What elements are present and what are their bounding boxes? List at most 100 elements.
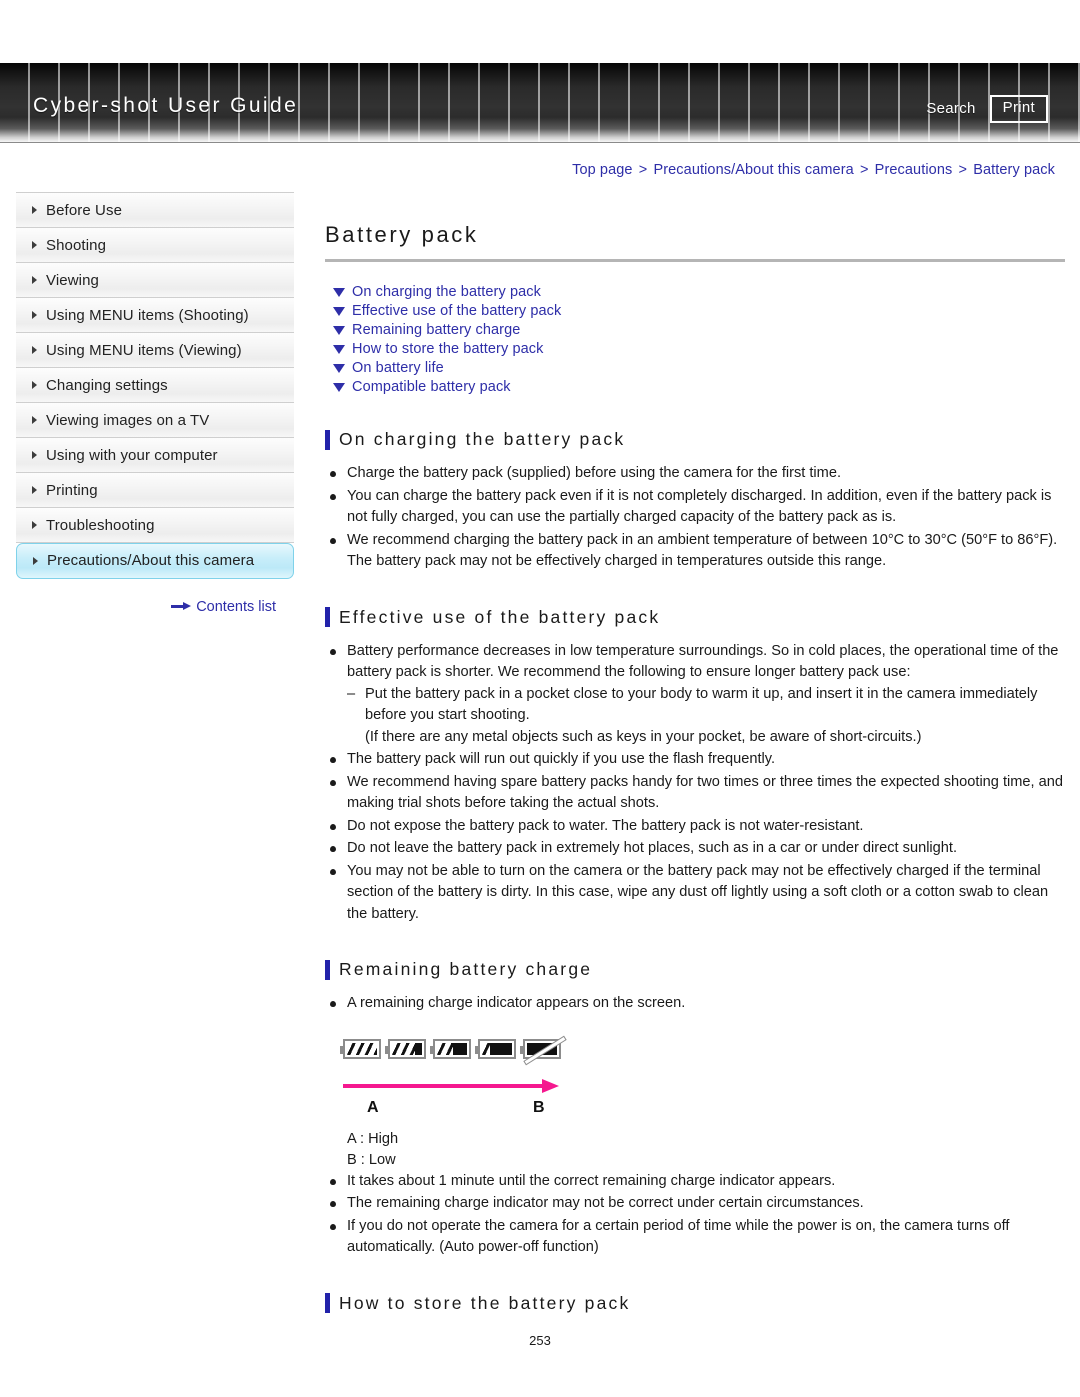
sidebar-item-troubleshooting[interactable]: Troubleshooting xyxy=(16,508,294,543)
list-item: It takes about 1 minute until the correc… xyxy=(325,1171,1065,1193)
sidebar-item-using-with-your-computer[interactable]: Using with your computer xyxy=(16,438,294,473)
list-item: You may not be able to turn on the camer… xyxy=(325,861,1065,926)
sidebar-item-shooting[interactable]: Shooting xyxy=(16,228,294,263)
battery-fill xyxy=(347,1042,377,1055)
triangle-right-icon xyxy=(32,451,37,459)
battery-level-figure: A B xyxy=(340,1036,593,1129)
battery-terminal xyxy=(385,1045,388,1054)
sidebar-item-label: Precautions/About this camera xyxy=(47,552,255,569)
battery-fill xyxy=(437,1042,453,1055)
heading-accent-bar xyxy=(325,429,330,450)
list-item: If you do not operate the camera for a c… xyxy=(325,1216,1065,1259)
triangle-down-icon xyxy=(333,288,345,297)
sidebar-item-before-use[interactable]: Before Use xyxy=(16,193,294,228)
triangle-down-icon xyxy=(333,345,345,354)
print-button[interactable]: Print xyxy=(989,95,1048,123)
main-content: Battery pack On charging the battery pac… xyxy=(325,222,1065,1327)
breadcrumb-separator: > xyxy=(859,162,869,178)
sidebar-navigation: Before Use Shooting Viewing Using MENU i… xyxy=(16,192,294,616)
jump-link-effective-use[interactable]: Effective use of the battery pack xyxy=(352,303,561,319)
triangle-down-icon xyxy=(333,364,345,373)
battery-full-icon xyxy=(340,1038,381,1059)
jump-link-on-battery-life[interactable]: On battery life xyxy=(352,360,444,376)
sidebar-item-changing-settings[interactable]: Changing settings xyxy=(16,368,294,403)
list-item: How to store the battery pack xyxy=(333,341,1065,357)
sidebar-item-viewing[interactable]: Viewing xyxy=(16,263,294,298)
sidebar-item-precautions-about-this-camera[interactable]: Precautions/About this camera xyxy=(16,543,294,579)
breadcrumb-item-precautions[interactable]: Precautions xyxy=(875,162,953,178)
jump-link-on-charging[interactable]: On charging the battery pack xyxy=(352,284,541,300)
section-heading-label: Remaining battery charge xyxy=(339,959,593,979)
arrow-head xyxy=(542,1078,559,1093)
battery-fill xyxy=(482,1042,490,1055)
triangle-right-icon xyxy=(33,557,38,565)
sidebar-item-viewing-images-on-a-tv[interactable]: Viewing images on a TV xyxy=(16,403,294,438)
battery-body xyxy=(437,1042,467,1055)
sidebar-item-label: Viewing images on a TV xyxy=(46,412,210,429)
triangle-right-icon xyxy=(32,521,37,529)
section-heading-effective-use: Effective use of the battery pack xyxy=(325,607,1065,628)
section-heading-on-charging: On charging the battery pack xyxy=(325,429,1065,450)
sidebar-item-printing[interactable]: Printing xyxy=(16,473,294,508)
list-item: On battery life xyxy=(333,360,1065,376)
list-item: The battery pack will run out quickly if… xyxy=(325,749,1065,771)
battery-empty-icon xyxy=(520,1036,566,1064)
list-item: We recommend charging the battery pack i… xyxy=(325,530,1065,573)
list-item: A remaining charge indicator appears on … xyxy=(325,993,1065,1015)
breadcrumb-item-top-page[interactable]: Top page xyxy=(572,162,632,178)
jump-link-compatible-battery-pack[interactable]: Compatible battery pack xyxy=(352,379,511,395)
heading-accent-bar xyxy=(325,607,330,627)
heading-accent-bar xyxy=(325,1293,330,1313)
contents-list-link[interactable]: Contents list xyxy=(171,599,276,615)
jump-link-remaining-charge[interactable]: Remaining battery charge xyxy=(352,322,520,338)
triangle-right-icon xyxy=(32,486,37,494)
jump-link-how-to-store[interactable]: How to store the battery pack xyxy=(352,341,544,357)
battery-half-icon xyxy=(430,1038,471,1059)
figure-label-b: B xyxy=(533,1098,545,1116)
sidebar-item-label: Using MENU items (Shooting) xyxy=(46,307,249,324)
section-heading-label: On charging the battery pack xyxy=(339,429,626,449)
contents-list-label: Contents list xyxy=(196,598,276,615)
triangle-right-icon xyxy=(32,276,37,284)
charge-direction-arrow xyxy=(343,1078,559,1093)
page-number: 253 xyxy=(529,1333,551,1348)
battery-terminal xyxy=(430,1045,433,1054)
figure-label-a: A xyxy=(367,1098,379,1116)
sidebar-item-label: Using MENU items (Viewing) xyxy=(46,342,242,359)
bullet-list-on-charging: Charge the battery pack (supplied) befor… xyxy=(325,463,1065,573)
bullet-list-remaining-intro: A remaining charge indicator appears on … xyxy=(325,993,1065,1015)
section-heading-label: How to store the battery pack xyxy=(339,1292,631,1313)
page-title: Battery pack xyxy=(325,222,1065,262)
breadcrumb-item-precautions-about[interactable]: Precautions/About this camera xyxy=(653,162,853,178)
triangle-right-icon xyxy=(32,241,37,249)
bullet-list-effective-use: Battery performance decreases in low tem… xyxy=(325,641,1065,926)
list-item: We recommend having spare battery packs … xyxy=(325,772,1065,815)
battery-terminal xyxy=(520,1045,523,1054)
sub-list-note: (If there are any metal objects such as … xyxy=(365,728,922,745)
sub-list-item: Put the battery pack in a pocket close t… xyxy=(347,684,1065,727)
list-item: Compatible battery pack xyxy=(333,379,1065,395)
sidebar-item-using-menu-items-shooting[interactable]: Using MENU items (Shooting) xyxy=(16,298,294,333)
section-heading-remaining-charge: Remaining battery charge xyxy=(325,959,1065,980)
sidebar-item-label: Before Use xyxy=(46,202,123,219)
sidebar-item-using-menu-items-viewing[interactable]: Using MENU items (Viewing) xyxy=(16,333,294,368)
breadcrumb: Top page > Precautions/About this camera… xyxy=(572,162,1055,178)
contents-list-wrap: Contents list xyxy=(16,598,294,616)
list-item: You can charge the battery pack even if … xyxy=(325,486,1065,529)
list-item: Do not expose the battery pack to water.… xyxy=(325,816,1065,838)
arrow-right-icon xyxy=(171,602,192,611)
jump-link-list: On charging the battery pack Effective u… xyxy=(333,284,1065,395)
list-item: Remaining battery charge xyxy=(333,322,1065,338)
battery-body xyxy=(347,1042,377,1055)
list-item: Effective use of the battery pack xyxy=(333,303,1065,319)
section-heading-label: Effective use of the battery pack xyxy=(339,606,661,627)
breadcrumb-separator: > xyxy=(958,162,968,178)
sidebar-item-label: Troubleshooting xyxy=(46,517,155,534)
sidebar-item-label: Printing xyxy=(46,482,98,499)
battery-terminal xyxy=(340,1045,343,1054)
list-item: Charge the battery pack (supplied) befor… xyxy=(325,463,1065,485)
bullet-list-remaining-charge: It takes about 1 minute until the correc… xyxy=(325,1171,1065,1259)
battery-three-quarter-icon xyxy=(385,1038,426,1059)
search-link[interactable]: Search xyxy=(926,100,975,117)
sidebar-item-label: Shooting xyxy=(46,237,107,254)
